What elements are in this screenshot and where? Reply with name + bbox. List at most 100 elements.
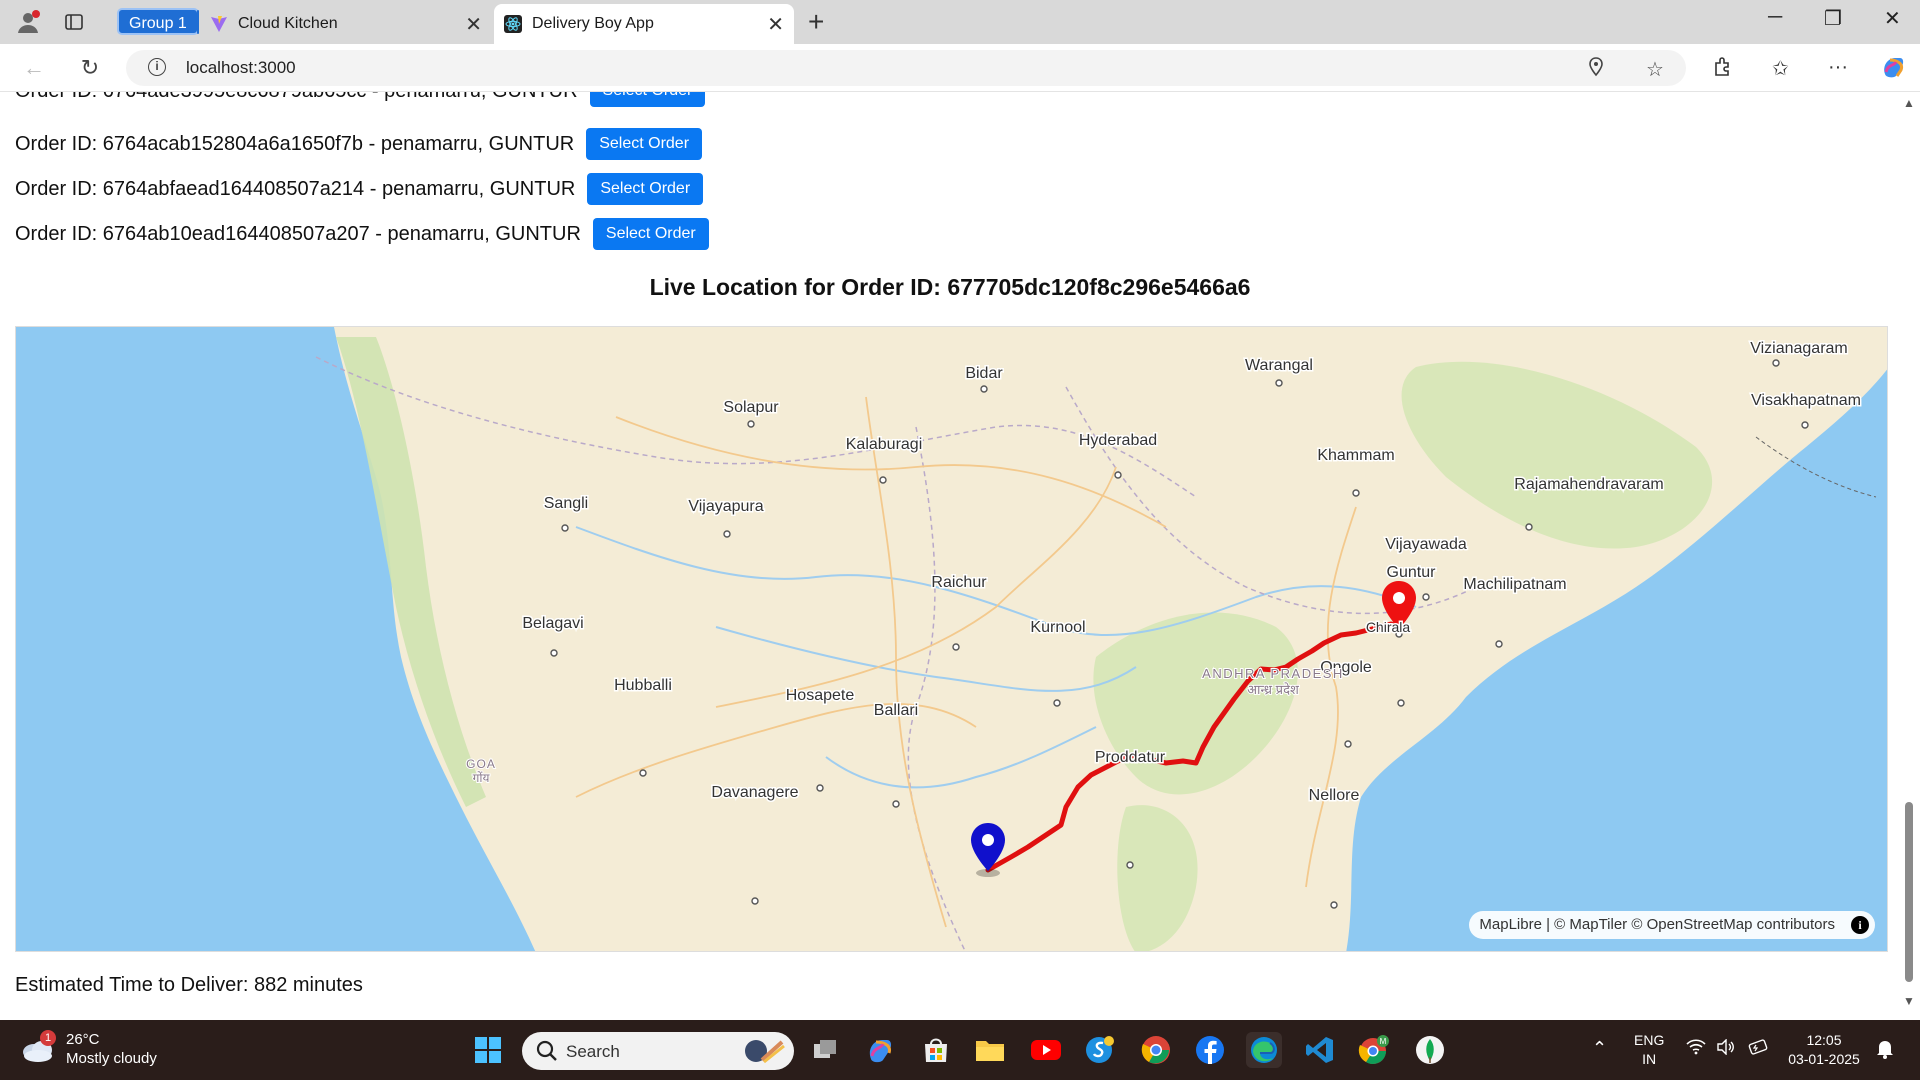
city-label: Hosapete — [786, 687, 855, 704]
info-icon[interactable]: i — [1851, 916, 1869, 934]
location-icon[interactable] — [1588, 57, 1604, 83]
tab-delivery-boy-app[interactable]: Delivery Boy App ✕ — [494, 4, 794, 44]
window-close-icon[interactable]: ✕ — [1884, 6, 1901, 31]
delivery-map[interactable]: Bidar Warangal Vizianagaram Solapur Visa… — [15, 326, 1888, 952]
tab-actions-icon[interactable] — [60, 8, 88, 36]
task-view-icon[interactable] — [808, 1032, 844, 1068]
facebook-icon[interactable] — [1192, 1032, 1228, 1068]
map-canvas[interactable]: Bidar Warangal Vizianagaram Solapur Visa… — [16, 327, 1888, 952]
select-order-button[interactable]: Select Order — [586, 128, 703, 160]
profile-icon[interactable] — [14, 8, 42, 36]
chrome-profile-icon[interactable]: M — [1356, 1032, 1392, 1068]
volume-icon[interactable] — [1716, 1038, 1736, 1060]
page-content: Order ID: 6764ade3995e8c6879ab65cc - pen… — [0, 92, 1920, 1016]
city-label: Proddatur — [1095, 749, 1166, 766]
city-label: Bidar — [965, 365, 1003, 382]
order-row: Order ID: 6764acab152804a6a1650f7b - pen… — [15, 128, 703, 160]
tab-group-indicator — [197, 10, 199, 34]
select-order-button[interactable]: Select Order — [592, 218, 709, 250]
search-highlight-icon — [742, 1038, 786, 1069]
tab-label: Cloud Kitchen — [238, 15, 338, 32]
clock-date: 03-01-2025 — [1788, 1051, 1860, 1067]
page-scrollbar[interactable]: ▲ ▼ — [1898, 92, 1920, 1016]
order-text: Order ID: 6764acab152804a6a1650f7b - pen… — [15, 132, 575, 155]
weather-widget[interactable]: 1 26°C Mostly cloudy — [20, 1030, 157, 1068]
select-order-button[interactable]: Select Order — [589, 92, 706, 107]
clock-time: 12:05 — [1806, 1032, 1842, 1048]
youtube-icon[interactable] — [1028, 1032, 1064, 1068]
city-label: Warangal — [1245, 357, 1313, 374]
region-label: गोंय — [473, 771, 491, 785]
copilot-icon[interactable] — [1880, 54, 1906, 86]
region-label: GOA — [466, 757, 496, 771]
notification-bell-icon[interactable] — [1876, 1039, 1894, 1064]
chrome-icon[interactable] — [1138, 1032, 1174, 1068]
battery-icon[interactable] — [1748, 1039, 1770, 1060]
skype-icon[interactable] — [1082, 1032, 1118, 1068]
mongodb-compass-icon[interactable] — [1412, 1032, 1448, 1068]
city-label: Visakhapatnam — [1751, 392, 1861, 409]
cloud-icon: 1 — [20, 1030, 56, 1064]
url-text[interactable]: localhost:3000 — [186, 58, 296, 78]
scroll-up-icon[interactable]: ▲ — [1903, 96, 1915, 110]
live-location-title: Live Location for Order ID: 677705dc120f… — [649, 274, 1251, 300]
attribution-text[interactable]: MapLibre | © MapTiler © OpenStreetMap co… — [1479, 916, 1835, 933]
favorite-star-icon[interactable]: ☆ — [1646, 57, 1664, 82]
store-icon[interactable] — [918, 1032, 954, 1068]
city-label: Nellore — [1309, 787, 1360, 804]
scroll-thumb[interactable] — [1905, 802, 1913, 982]
city-label: Ballari — [874, 702, 918, 719]
city-label: Kurnool — [1030, 619, 1085, 636]
city-label: Rajamahendravaram — [1514, 476, 1663, 493]
city-label: Khammam — [1317, 447, 1394, 464]
more-menu-icon[interactable]: ··· — [1828, 56, 1848, 79]
estimated-delivery-time: Estimated Time to Deliver: 882 minutes — [15, 974, 363, 996]
clock[interactable]: 12:05 03-01-2025 — [1784, 1031, 1864, 1069]
region-code: IN — [1642, 1051, 1657, 1067]
taskbar-search[interactable]: Search — [522, 1032, 794, 1070]
new-tab-icon[interactable]: + — [808, 6, 824, 38]
notification-badge: 1 — [40, 1030, 56, 1046]
weather-desc: Mostly cloudy — [66, 1050, 157, 1067]
city-label: Solapur — [723, 399, 779, 416]
vscode-icon[interactable] — [1302, 1032, 1338, 1068]
region-label: आन्ध्र प्रदेश — [1247, 682, 1300, 697]
extensions-icon[interactable] — [1712, 56, 1734, 84]
order-text: Order ID: 6764ab10ead164408507a207 - pen… — [15, 222, 581, 245]
back-icon[interactable]: ← — [18, 52, 50, 84]
close-icon[interactable]: ✕ — [767, 12, 784, 37]
language-code: ENG — [1634, 1032, 1665, 1048]
copilot-app-icon[interactable] — [862, 1032, 898, 1068]
restore-icon[interactable]: ❐ — [1824, 6, 1842, 31]
show-hidden-icons[interactable]: ⌃ — [1592, 1039, 1607, 1058]
city-label: Kalaburagi — [846, 436, 923, 453]
address-bar[interactable]: i localhost:3000 ☆ — [126, 50, 1686, 86]
tab-cloud-kitchen[interactable]: Cloud Kitchen ✕ — [200, 4, 492, 44]
language-indicator[interactable]: ENG IN — [1634, 1031, 1664, 1069]
close-icon[interactable]: ✕ — [465, 12, 482, 37]
city-label: Hubballi — [614, 677, 672, 694]
favorites-icon[interactable]: ✩ — [1772, 56, 1789, 81]
search-icon — [536, 1040, 558, 1067]
scroll-down-icon[interactable]: ▼ — [1903, 994, 1915, 1008]
browser-toolbar: ← ↻ i localhost:3000 ☆ ✩ ··· — [0, 44, 1920, 92]
windows-taskbar: 1 26°C Mostly cloudy Search M ⌃ ENG IN 1… — [0, 1020, 1920, 1080]
site-info-icon[interactable]: i — [148, 58, 166, 76]
minimize-icon[interactable]: ─ — [1768, 6, 1782, 29]
city-label: Belagavi — [522, 615, 583, 632]
weather-temp: 26°C — [66, 1031, 100, 1048]
select-order-button[interactable]: Select Order — [587, 173, 704, 205]
city-label: Machilipatnam — [1463, 576, 1566, 593]
city-label: Hyderabad — [1079, 432, 1157, 449]
reload-icon[interactable]: ↻ — [74, 52, 106, 84]
edge-icon[interactable] — [1246, 1032, 1282, 1068]
region-label: ANDHRA PRADESH — [1202, 666, 1344, 681]
tab-group-chip[interactable]: Group 1 — [117, 8, 199, 35]
svg-text:M: M — [1380, 1037, 1387, 1046]
file-explorer-icon[interactable] — [972, 1032, 1008, 1068]
wifi-icon[interactable] — [1686, 1039, 1706, 1060]
windows-start-icon[interactable] — [470, 1032, 506, 1068]
city-label: Vijayapura — [688, 498, 763, 515]
order-row: Order ID: 6764abfaead164408507a214 - pen… — [15, 173, 704, 205]
map-attribution: MapLibre | © MapTiler © OpenStreetMap co… — [1469, 911, 1875, 939]
